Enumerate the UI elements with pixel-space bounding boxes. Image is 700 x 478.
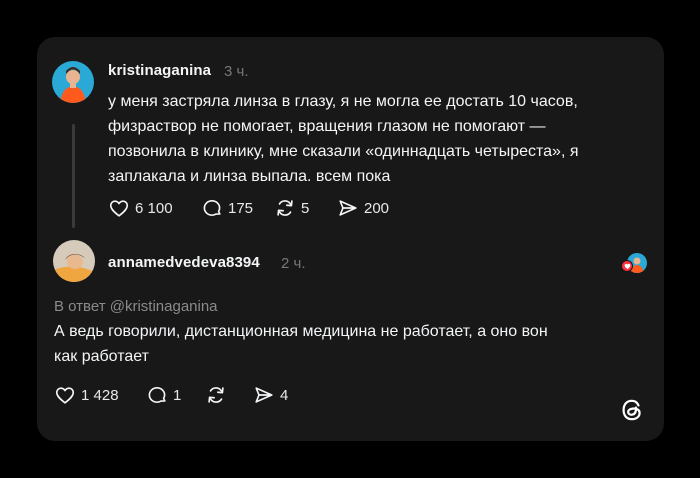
threads-logo-icon[interactable] <box>618 396 646 429</box>
repost-button[interactable]: 5 <box>274 197 309 219</box>
like-button[interactable]: 6 100 <box>108 197 173 219</box>
post-text: у меня застряла линза в глазу, я не могл… <box>108 93 579 185</box>
reply-share-count: 4 <box>280 386 289 404</box>
reply-comment-button[interactable]: 1 <box>146 384 181 406</box>
post-time: 3 ч. <box>224 63 249 80</box>
reply-username[interactable]: annamedvedeva8394 <box>108 254 260 271</box>
thread-line <box>72 124 75 228</box>
reply-repost-button[interactable] <box>205 384 232 406</box>
comment-icon <box>203 200 221 216</box>
heart-icon <box>55 387 75 404</box>
comment-count: 175 <box>228 199 254 217</box>
reply-like-count: 1 428 <box>81 386 119 404</box>
reply-to-label[interactable]: В ответ @kristinaganina <box>54 298 218 315</box>
reply-comment-count: 1 <box>173 386 182 404</box>
reply-time: 2 ч. <box>281 255 306 272</box>
reply-text: А ведь говорили, дистанционная медицина … <box>54 323 548 365</box>
reply-like-button[interactable]: 1 428 <box>54 384 119 406</box>
avatar-kristinaganina[interactable] <box>52 61 94 103</box>
avatar-annamedvedeva8394[interactable] <box>53 240 95 282</box>
share-button[interactable]: 200 <box>337 197 389 219</box>
repost-icon <box>208 387 224 403</box>
repost-count: 5 <box>301 199 310 217</box>
share-icon <box>339 200 357 216</box>
post-username[interactable]: kristinaganina <box>108 62 211 79</box>
reply-share-button[interactable]: 4 <box>253 384 288 406</box>
comment-icon <box>148 387 166 403</box>
share-icon <box>255 387 273 403</box>
repost-icon <box>277 200 293 216</box>
comment-button[interactable]: 175 <box>201 197 253 219</box>
liked-heart-icon <box>621 260 633 272</box>
heart-icon <box>109 200 129 217</box>
like-count: 6 100 <box>135 199 173 217</box>
share-count: 200 <box>364 199 390 217</box>
